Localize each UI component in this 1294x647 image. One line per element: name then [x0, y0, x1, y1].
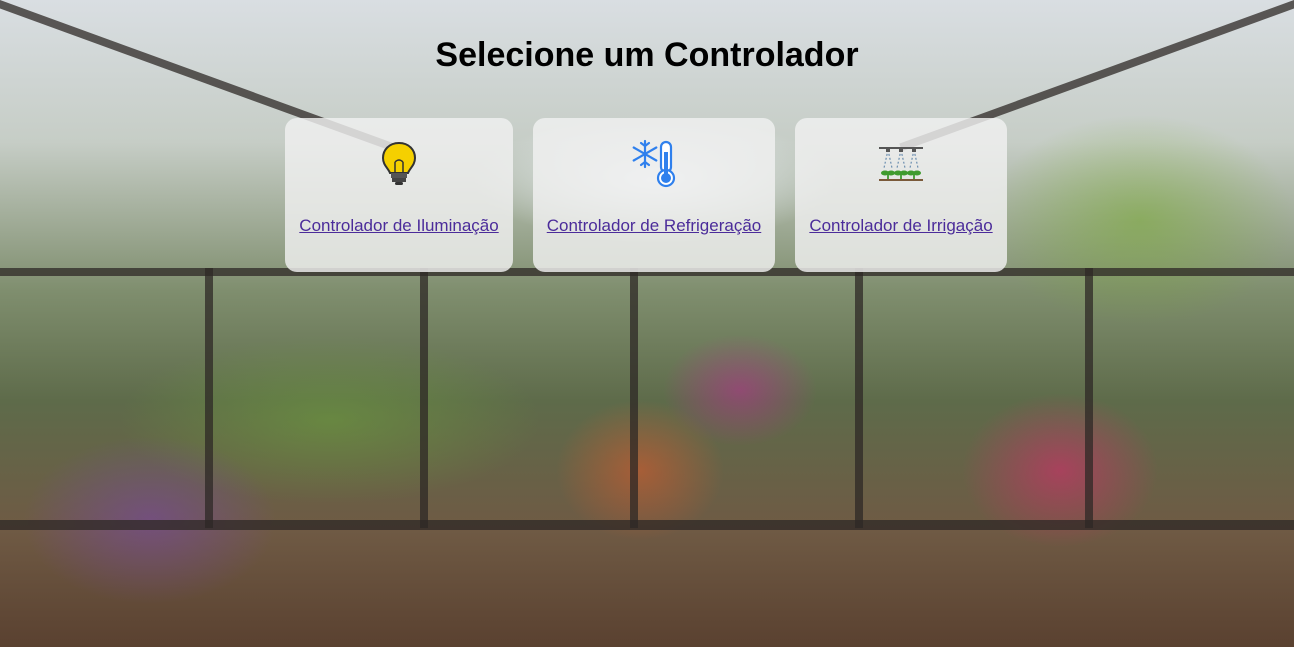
- snowflake-thermometer-icon: [632, 139, 676, 188]
- frame-post-4: [855, 268, 863, 528]
- frame-post-2: [420, 268, 428, 528]
- irrigation-controller-link[interactable]: Controlador de Irrigação: [795, 216, 1007, 236]
- page-title: Selecione um Controlador: [435, 36, 859, 74]
- greenhouse-background: Selecione um Controlador Controlador de …: [0, 0, 1294, 647]
- cooling-controller-link[interactable]: Controlador de Refrigeração: [533, 216, 775, 236]
- frame-post-3: [630, 268, 638, 528]
- frame-post-1: [205, 268, 213, 528]
- cooling-controller-card[interactable]: Controlador de Refrigeração: [533, 118, 775, 272]
- frame-post-5: [1085, 268, 1093, 528]
- lighting-controller-card[interactable]: Controlador de Iluminação: [285, 118, 513, 272]
- lightbulb-icon: [381, 141, 417, 185]
- irrigation-controller-card[interactable]: Controlador de Irrigação: [795, 118, 1007, 272]
- sprinkler-plants-icon: [879, 147, 923, 181]
- frame-sill: [0, 520, 1294, 530]
- lighting-controller-link[interactable]: Controlador de Iluminação: [285, 216, 513, 236]
